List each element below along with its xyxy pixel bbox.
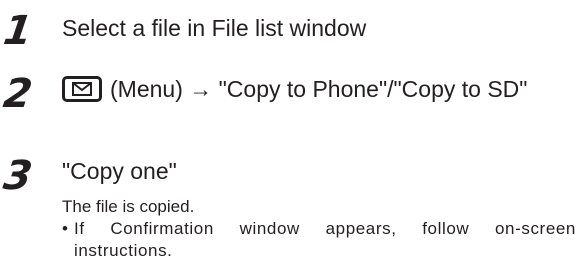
step-instruction-text: (Menu) → "Copy to Phone"/"Copy to SD" bbox=[110, 76, 528, 102]
bullet-note: • If Confirmation window appears, follow … bbox=[62, 218, 576, 262]
step-instruction: "Copy one" bbox=[62, 158, 177, 184]
mail-envelope-key-icon bbox=[62, 76, 102, 102]
step-number: 3 bbox=[0, 153, 35, 199]
step-instruction: Select a file in File list window bbox=[62, 15, 367, 41]
step-number: 1 bbox=[0, 8, 35, 54]
bullet-mark: • bbox=[62, 219, 69, 238]
step-number: 2 bbox=[0, 71, 35, 117]
step-note: The file is copied. • If Confirmation win… bbox=[62, 196, 576, 262]
bullet-text: If Confirmation window appears, follow o… bbox=[74, 219, 576, 260]
step-instruction: (Menu) → "Copy to Phone"/"Copy to SD" bbox=[62, 70, 576, 108]
result-text: The file is copied. bbox=[62, 197, 195, 216]
